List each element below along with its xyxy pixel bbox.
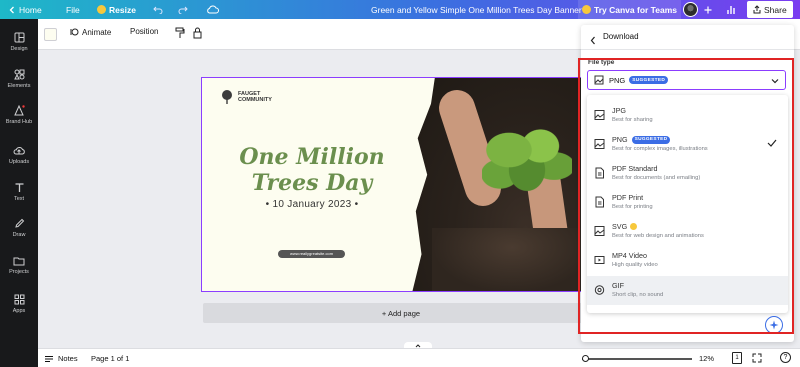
background-color-swatch[interactable] [44, 28, 57, 41]
zoom-slider[interactable] [582, 355, 692, 362]
cloud-check-icon [207, 5, 219, 14]
shapes-icon [13, 69, 24, 80]
position-button[interactable]: Position [130, 27, 158, 36]
soil-shape [432, 228, 592, 291]
top-bar: Home File Resize Green and Yellow Simple… [0, 0, 800, 19]
document-title[interactable]: Green and Yellow Simple One Million Tree… [371, 0, 582, 19]
page-count-label: 1 [735, 355, 739, 361]
sidebar-item-text[interactable]: Text [0, 182, 38, 212]
plus-icon [704, 6, 712, 13]
file-menu[interactable]: File [66, 0, 80, 19]
sidebar-item-label: Elements [7, 83, 31, 89]
bottom-bar: Notes Page 1 of 1 12% 1 ? [38, 348, 800, 367]
animate-icon [70, 28, 79, 36]
hands-planting-photo [412, 78, 598, 291]
sidebar-item-elements[interactable]: Elements [0, 69, 38, 99]
sidebar-item-draw[interactable]: Draw [0, 218, 38, 248]
sidebar-item-brand-hub[interactable]: Brand Hub [0, 105, 38, 135]
sidebar-item-label: Design [10, 46, 28, 52]
sidebar-item-label: Brand Hub [5, 119, 33, 125]
grid-icon [14, 294, 24, 305]
notes-button[interactable]: Notes [44, 354, 78, 363]
undo-button[interactable] [153, 0, 163, 19]
website-pill: www.reallygreatsite.com [278, 250, 345, 258]
sidebar-item-label: Text [13, 196, 25, 202]
home-button[interactable]: Home [8, 0, 42, 19]
left-sidebar: Design Elements Brand Hub Uploads Text D… [0, 19, 38, 367]
home-label: Home [19, 4, 42, 15]
share-icon [753, 5, 761, 14]
banner-title: One Million Trees Day [222, 144, 402, 196]
sidebar-item-projects[interactable]: Projects [0, 256, 38, 286]
animate-button[interactable]: Animate [69, 27, 111, 37]
text-icon [15, 183, 23, 192]
community-logo: FAUGET COMMUNITY [219, 89, 272, 105]
page-grid-button[interactable]: 1 [732, 352, 742, 364]
resize-label: Resize [109, 4, 136, 15]
add-page-button[interactable]: + Add page [203, 303, 599, 323]
expand-icon [752, 353, 762, 363]
add-page-label: + Add page [381, 308, 421, 318]
sidebar-item-label: Draw [12, 232, 26, 238]
paint-roller-icon [175, 27, 185, 38]
undo-icon [153, 6, 163, 14]
banner-date: • 10 January 2023 • [265, 199, 359, 210]
lock-icon [193, 27, 202, 39]
notes-label: Notes [58, 354, 78, 363]
file-label: File [66, 4, 80, 15]
highlight-frame [578, 58, 794, 334]
fullscreen-button[interactable] [752, 353, 762, 365]
redo-icon [178, 6, 188, 14]
design-page[interactable]: FAUGET COMMUNITY One Million Trees Day •… [201, 77, 599, 292]
notes-icon [45, 355, 53, 362]
zoom-level[interactable]: 12% [699, 354, 714, 363]
layout-icon [14, 32, 24, 43]
cloud-save-button[interactable] [206, 0, 219, 19]
avatar[interactable] [681, 0, 699, 19]
avatar-image [682, 2, 698, 17]
sidebar-item-apps[interactable]: Apps [0, 294, 38, 324]
sidebar-item-design[interactable]: Design [0, 32, 38, 62]
animate-label: Animate [82, 27, 112, 37]
title-line1: One Million [239, 144, 385, 170]
folder-icon [13, 257, 25, 266]
sidebar-item-label: Projects [9, 269, 29, 275]
insights-button[interactable] [722, 0, 742, 19]
brand-icon [14, 105, 25, 116]
paint-format-button[interactable] [175, 27, 185, 41]
document-title-label: Green and Yellow Simple One Million Tree… [371, 4, 582, 15]
page-indicator[interactable]: Page 1 of 1 [91, 354, 129, 363]
cloud-upload-icon [13, 146, 25, 155]
redo-button[interactable] [178, 0, 188, 19]
lock-button[interactable] [193, 27, 202, 41]
share-button[interactable]: Share [747, 1, 793, 18]
panel-divider [581, 49, 794, 50]
try-canva-label: Try Canva for Teams [594, 4, 677, 15]
help-button[interactable]: ? [780, 352, 791, 363]
page-indicator-label: Page 1 of 1 [91, 354, 130, 363]
pen-icon [14, 218, 24, 228]
chevron-left-icon [590, 36, 595, 45]
chevron-up-icon [415, 343, 421, 347]
add-collaborator-button[interactable] [701, 0, 715, 19]
tree-logo-icon [222, 90, 232, 104]
sidebar-item-label: Apps [12, 308, 26, 314]
bar-chart-icon [727, 6, 735, 14]
resize-button[interactable]: Resize [97, 0, 136, 19]
crown-icon [97, 5, 106, 14]
sidebar-item-uploads[interactable]: Uploads [0, 145, 38, 175]
crown-icon [582, 5, 591, 14]
panel-title: Download [603, 32, 639, 41]
zoom-slider-thumb[interactable] [582, 355, 589, 362]
plant-shape [482, 118, 572, 198]
back-button[interactable] [589, 32, 597, 50]
zoom-level-label: 12% [699, 354, 715, 363]
share-label: Share [764, 4, 787, 15]
position-label: Position [130, 27, 159, 36]
sidebar-item-label: Uploads [8, 159, 30, 165]
org-name-line2: COMMUNITY [238, 97, 272, 103]
title-line2: Trees Day [251, 170, 373, 196]
chevron-left-icon [9, 6, 14, 13]
try-canva-teams-button[interactable]: Try Canva for Teams [578, 0, 681, 19]
